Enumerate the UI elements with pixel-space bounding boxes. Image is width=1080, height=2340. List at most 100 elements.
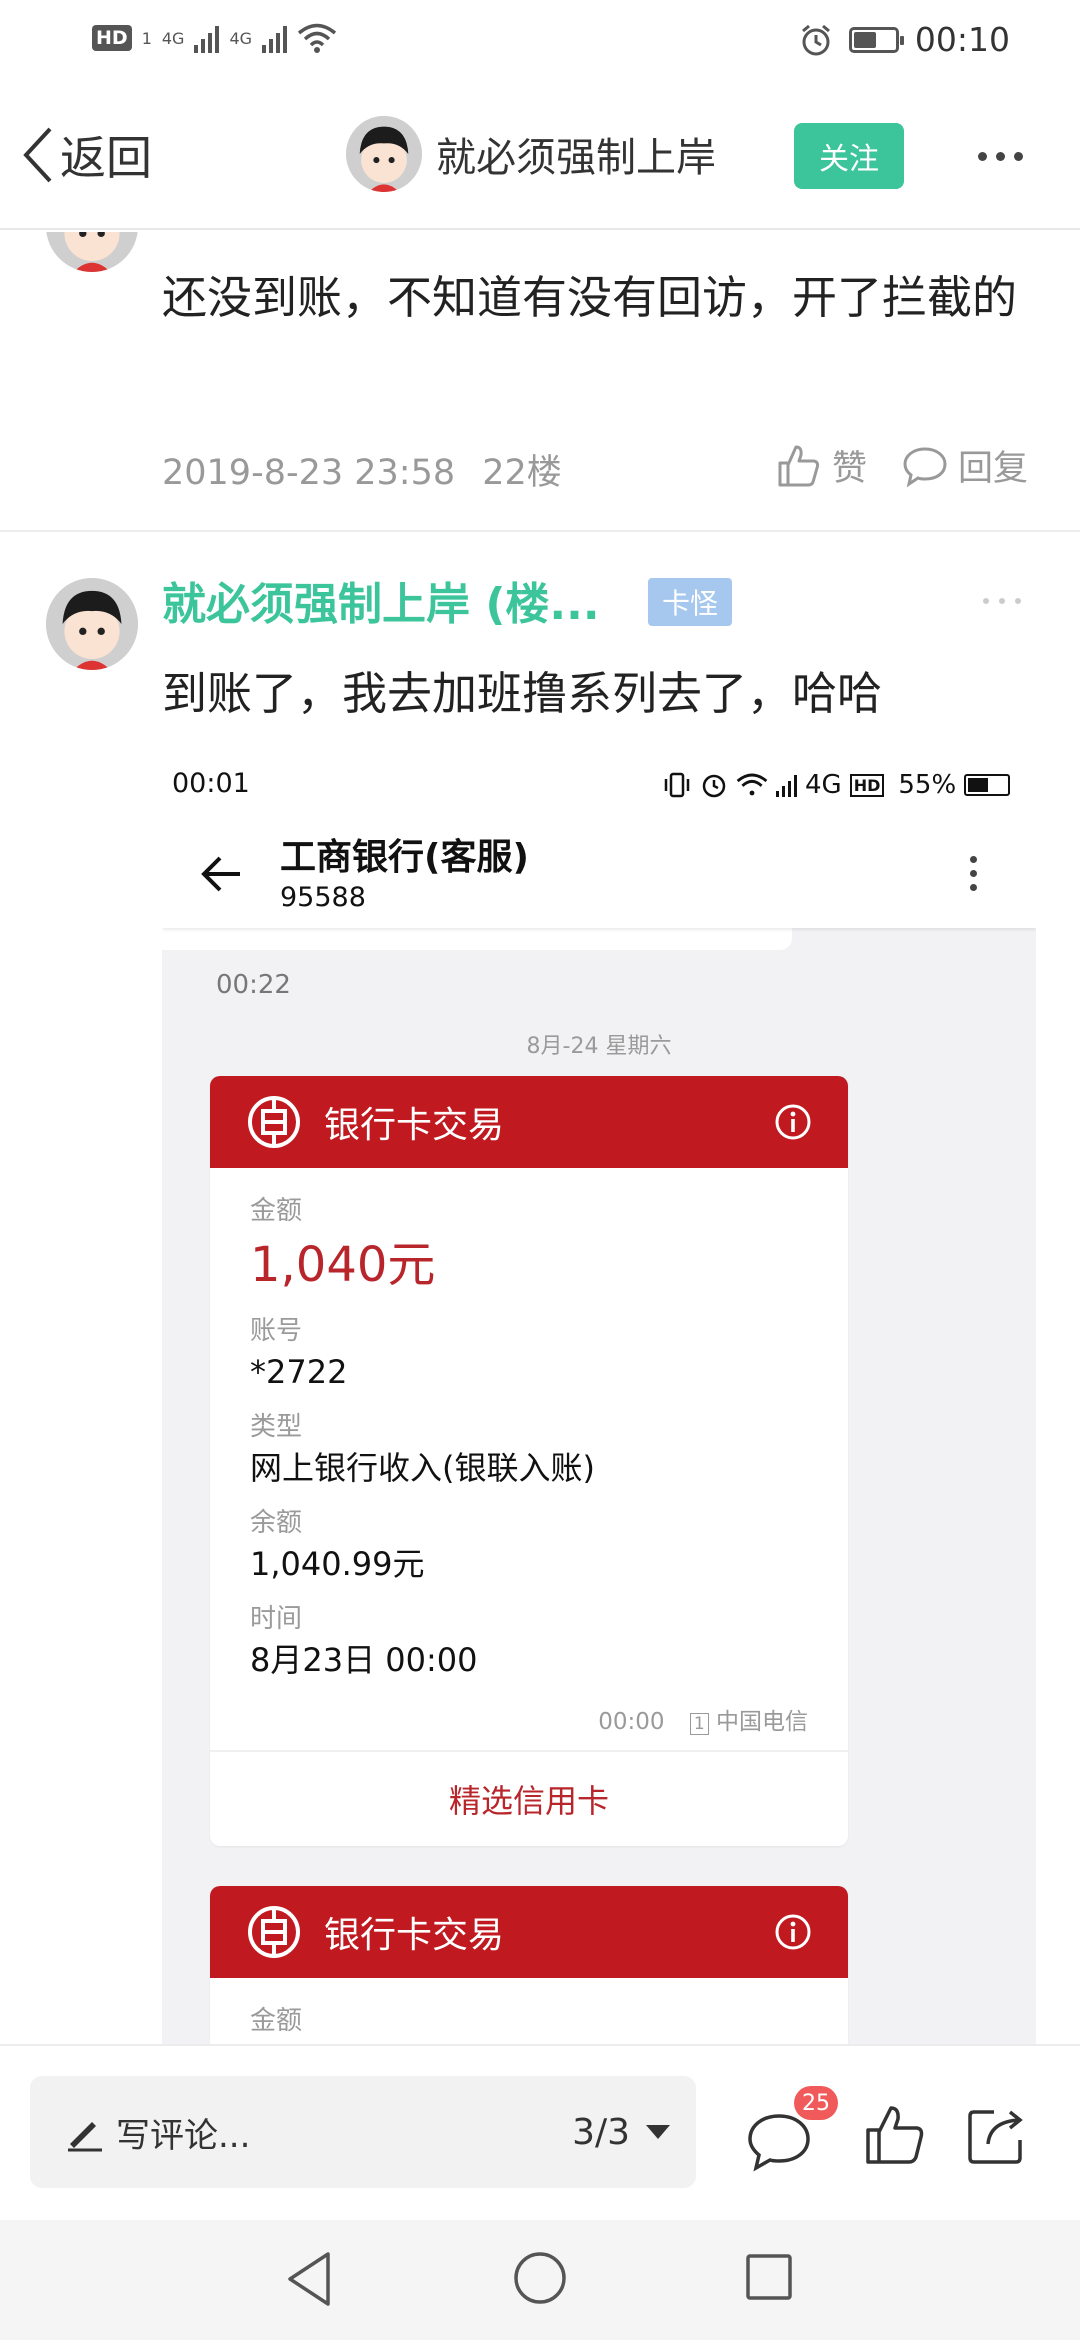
comments-button[interactable] <box>746 2108 812 2178</box>
info-icon[interactable] <box>774 1913 812 1951</box>
credit-card-link[interactable]: 精选信用卡 <box>210 1750 848 1846</box>
reply-button[interactable]: 回复 <box>902 440 1028 491</box>
prev-message-time: 00:22 <box>216 970 291 1000</box>
balance-label: 余额 <box>250 1508 303 1538</box>
avatar[interactable] <box>46 578 138 670</box>
signal-icon <box>776 773 797 797</box>
avatar-image <box>46 578 138 670</box>
chat-area: 00:22 8月-24 星期六 银行卡交易 金额 1,040元 账号 *2722… <box>162 928 1036 2045</box>
time-value: 8月23日 00:00 <box>250 1641 478 1679</box>
embedded-status-time: 00:01 <box>172 768 250 799</box>
nav-recents-square-icon[interactable] <box>744 2252 794 2302</box>
sim1-label: 1 <box>141 28 152 48</box>
embedded-status-bar: 00:01 4G HD 55% <box>162 760 1036 820</box>
alarm-icon <box>702 774 726 798</box>
post-text: 到账了，我去加班撸系列去了，哈哈 <box>162 667 883 720</box>
embedded-hd-icon: HD <box>849 773 885 797</box>
battery-icon <box>964 774 1011 796</box>
date-divider: 8月-24 星期六 <box>526 1034 672 1059</box>
share-button[interactable] <box>964 2102 1030 2172</box>
like-button[interactable] <box>862 2102 928 2172</box>
bottom-action-bar: 写评论... 3/3 25 <box>0 2044 1080 2220</box>
network-type-1: 4G <box>161 28 185 48</box>
chevron-down-icon <box>646 2125 670 2139</box>
transaction-card[interactable]: 银行卡交易 金额 1,040元 账号 *2722 类型 网上银行收入(银联入账)… <box>210 1076 848 1846</box>
icbc-logo-icon <box>248 1906 300 1958</box>
embedded-status-icons: 4G HD 55% <box>662 770 1011 800</box>
amount-label: 金额 <box>250 1196 303 1226</box>
card-title: 银行卡交易 <box>324 1105 505 1146</box>
top-nav-bar: 返回 就必须强制上岸 关注 <box>0 86 1080 230</box>
comment-count-badge: 25 <box>794 2086 838 2120</box>
follow-button[interactable]: 关注 <box>794 123 904 189</box>
like-icon <box>866 2106 924 2164</box>
card-header: 银行卡交易 <box>210 1886 848 1978</box>
signal-icon <box>262 23 288 53</box>
status-bar: HD 1 4G 4G 00:10 <box>0 0 1080 86</box>
page-indicator: 3/3 <box>572 2111 630 2153</box>
account-label: 账号 <box>250 1316 303 1346</box>
reply-icon <box>903 446 947 487</box>
page-selector[interactable]: 3/3 <box>572 2112 670 2153</box>
status-time: 00:10 <box>914 20 1010 59</box>
share-icon <box>968 2110 1023 2164</box>
network-type-2: 4G <box>229 28 253 48</box>
post-date: 2019-8-23 23:58 <box>162 453 456 493</box>
back-label: 返回 <box>60 131 152 185</box>
like-button[interactable]: 赞 <box>776 440 867 491</box>
alarm-icon <box>801 24 830 55</box>
wifi-icon <box>297 23 337 53</box>
carrier: 中国电信 <box>716 1709 808 1735</box>
status-left: HD 1 4G 4G <box>92 22 337 54</box>
icbc-logo-icon <box>248 1096 300 1148</box>
more-icon[interactable] <box>983 598 1021 604</box>
post-text: 还没到账，不知道有没有回访，开了拦截的 <box>162 271 1018 324</box>
nav-back-triangle-icon[interactable] <box>284 2250 334 2308</box>
post-image[interactable]: 00:01 4G HD 55% 00:22 8月-24 星期六 银行卡交易 金额… <box>162 760 1036 2045</box>
vibrate-icon <box>664 772 690 798</box>
back-arrow-icon[interactable] <box>200 854 242 894</box>
embedded-network: 4G <box>805 770 842 800</box>
transaction-card[interactable]: 银行卡交易 金额 <box>210 1886 848 2045</box>
info-icon[interactable] <box>774 1103 812 1141</box>
hd-icon: HD <box>92 25 132 51</box>
more-icon[interactable] <box>970 856 977 891</box>
type-label: 类型 <box>250 1412 303 1442</box>
chat-title: 工商银行(客服) <box>280 837 529 878</box>
embedded-app-bar: 工商银行(客服) 95588 <box>162 820 1036 928</box>
like-icon <box>778 445 820 486</box>
wifi-icon <box>736 773 768 796</box>
prev-message-bubble <box>162 928 792 950</box>
back-button[interactable]: 返回 <box>20 122 152 188</box>
chat-number: 95588 <box>280 882 366 913</box>
more-icon[interactable] <box>978 152 1023 161</box>
amount-value: 1,040元 <box>250 1237 436 1293</box>
battery-icon <box>848 26 904 53</box>
post-username[interactable]: 就必须强制上岸 (楼... <box>162 568 600 632</box>
sim-index: 1 <box>689 1713 709 1735</box>
comment-placeholder: 写评论... <box>116 2115 251 2156</box>
embedded-battery-pct: 55% <box>898 770 957 800</box>
edit-icon <box>68 2122 102 2152</box>
signal-icon <box>194 23 220 53</box>
time-label: 时间 <box>250 1604 303 1634</box>
comment-input[interactable]: 写评论... 3/3 <box>30 2076 696 2188</box>
divider <box>0 530 1080 532</box>
card-footer: 00:00 1 中国电信 <box>210 1696 848 1750</box>
reply-label: 回复 <box>958 449 1029 489</box>
account-value: *2722 <box>250 1353 348 1391</box>
card-header: 银行卡交易 <box>210 1076 848 1168</box>
card-footer-time: 00:00 <box>598 1709 665 1735</box>
avatar[interactable] <box>346 116 422 192</box>
nav-title: 就必须强制上岸 <box>436 135 716 181</box>
amount-label: 金额 <box>250 2006 303 2036</box>
card-title: 银行卡交易 <box>324 1915 505 1956</box>
system-nav-bar <box>0 2220 1080 2340</box>
avatar-image <box>346 116 422 192</box>
post-meta: 2019-8-23 23:58 22楼 <box>162 444 562 495</box>
status-right: 00:10 <box>799 20 1010 59</box>
back-chevron-icon <box>23 127 52 183</box>
type-value: 网上银行收入(银联入账) <box>250 1449 595 1487</box>
nav-user[interactable]: 就必须强制上岸 <box>346 116 716 192</box>
nav-home-circle-icon[interactable] <box>512 2250 568 2306</box>
